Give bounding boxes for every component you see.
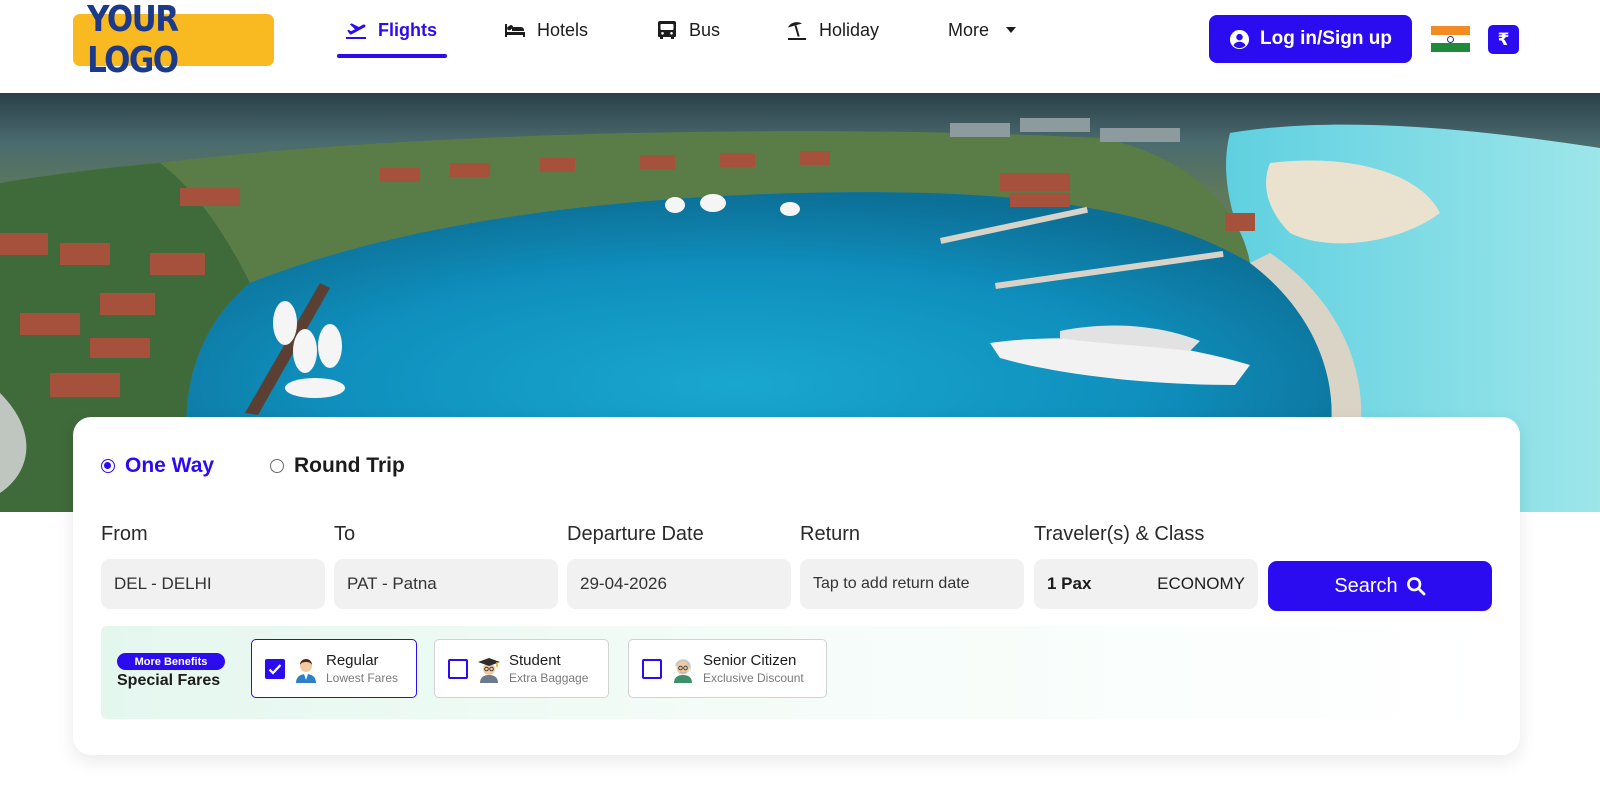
nav-item-bus[interactable]: Bus <box>655 0 720 60</box>
search-button[interactable]: Search <box>1268 561 1492 611</box>
return-date-placeholder: Tap to add return date <box>813 575 970 592</box>
to-value: PAT - Patna <box>347 574 437 593</box>
to-input[interactable]: PAT - Patna <box>334 559 558 609</box>
fare-option-title: Regular <box>326 652 379 669</box>
nav-label: More <box>948 19 990 40</box>
brand-logo[interactable]: YOUR LOGO <box>73 0 274 81</box>
fare-option-subtitle: Extra Baggage <box>509 671 589 685</box>
radio-selected[interactable] <box>101 459 115 473</box>
login-signup-button[interactable]: Log in/Sign up <box>1209 15 1412 63</box>
fare-option-subtitle: Lowest Fares <box>326 671 399 685</box>
flight-search-card: One Way Round Trip From To Departure Dat… <box>73 417 1520 755</box>
login-label: Log in/Sign up <box>1260 28 1392 49</box>
nav-label: Hotels <box>537 19 589 40</box>
fare-option-title: Student <box>509 652 561 669</box>
top-header: YOUR LOGO Flights Hotels Bus Holiday Mor… <box>0 0 1600 93</box>
special-fares-title: Special Fares <box>117 672 221 689</box>
fare-option-student[interactable]: Student Extra Baggage <box>434 639 609 698</box>
nav-item-more[interactable]: More <box>948 0 1023 60</box>
from-label: From <box>101 523 148 545</box>
senior-citizen-avatar-icon <box>670 656 696 684</box>
more-benefits-badge: More Benefits <box>117 653 225 670</box>
logo-text: YOUR LOGO <box>87 0 179 81</box>
departure-date-input[interactable]: 29-04-2026 <box>567 559 791 609</box>
nav-label: Flights <box>378 19 437 40</box>
regular-traveler-avatar-icon <box>293 656 319 684</box>
departure-date-value: 29-04-2026 <box>580 574 667 593</box>
trip-type-label: Round Trip <box>294 454 405 477</box>
checkbox-checked[interactable] <box>265 659 285 679</box>
travelers-class-label: Traveler(s) & Class <box>1034 523 1205 545</box>
fare-option-subtitle: Exclusive Discount <box>703 671 804 685</box>
bus-icon <box>655 18 679 42</box>
nav-label: Holiday <box>819 19 880 40</box>
user-circle-icon <box>1229 29 1250 50</box>
india-flag-icon[interactable] <box>1431 26 1470 53</box>
return-date-label: Return <box>800 523 861 545</box>
pax-count: 1 Pax <box>1047 574 1092 593</box>
trip-type-one-way[interactable]: One Way <box>101 454 214 478</box>
nav-item-holiday[interactable]: Holiday <box>785 0 879 60</box>
from-input[interactable]: DEL - DELHI <box>101 559 325 609</box>
special-fares-panel: More Benefits Special Fares Regular Lowe… <box>101 626 1492 719</box>
return-date-input[interactable]: Tap to add return date <box>800 559 1024 609</box>
fare-option-senior-citizen[interactable]: Senior Citizen Exclusive Discount <box>628 639 827 698</box>
fare-option-title: Senior Citizen <box>703 652 797 669</box>
nav-item-hotels[interactable]: Hotels <box>503 0 588 60</box>
search-label: Search <box>1334 574 1398 597</box>
nav-label: Bus <box>689 19 721 40</box>
currency-symbol: ₹ <box>1497 29 1510 49</box>
trip-type-round-trip[interactable]: Round Trip <box>270 454 405 478</box>
to-label: To <box>334 523 356 545</box>
travelers-class-selector[interactable]: 1 Pax ECONOMY <box>1034 559 1258 609</box>
beach-umbrella-icon <box>785 18 809 42</box>
checkbox-unchecked[interactable] <box>448 659 468 679</box>
radio-unselected[interactable] <box>270 459 284 473</box>
student-graduate-avatar-icon <box>476 656 502 684</box>
trip-type-label: One Way <box>125 454 215 477</box>
search-icon <box>1406 576 1426 596</box>
plane-departure-icon <box>344 18 368 42</box>
departure-date-label: Departure Date <box>567 523 704 545</box>
currency-selector-button[interactable]: ₹ <box>1488 25 1519 54</box>
from-value: DEL - DELHI <box>114 574 212 593</box>
checkmark-icon <box>268 664 282 675</box>
active-tab-underline <box>337 54 447 58</box>
caret-down-icon <box>999 18 1023 42</box>
bed-icon <box>503 18 527 42</box>
checkbox-unchecked[interactable] <box>642 659 662 679</box>
nav-item-flights[interactable]: Flights <box>344 0 437 60</box>
cabin-class: ECONOMY <box>1157 574 1245 593</box>
fare-option-regular[interactable]: Regular Lowest Fares <box>251 639 417 698</box>
